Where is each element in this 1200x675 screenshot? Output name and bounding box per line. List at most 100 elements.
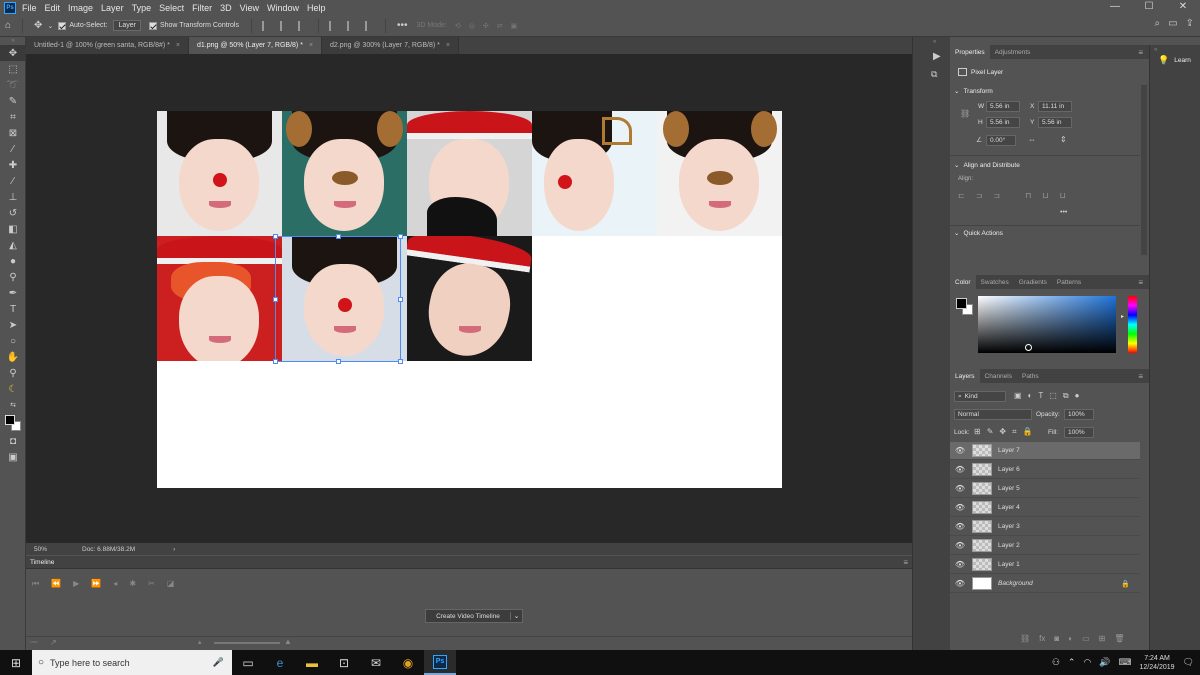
play-actions-icon[interactable]: ▶	[933, 51, 941, 62]
quick-select-tool-icon[interactable]: ✎	[0, 93, 26, 109]
align-left-icon[interactable]	[261, 20, 272, 31]
align-section-header[interactable]: ⌄ Align and Distribute	[954, 161, 1020, 170]
chevron-down-icon[interactable]: ⌄	[47, 22, 53, 30]
visibility-eye-icon[interactable]: 👁	[950, 503, 970, 512]
tab-untitled-1[interactable]: Untitled-1 @ 100% (green santa, RGB/8#) …	[26, 37, 189, 54]
brush-tool-icon[interactable]: ∕	[0, 173, 26, 189]
layer-row[interactable]: 👁 Layer 2	[950, 537, 1140, 555]
create-video-timeline-button[interactable]: Create Video Timeline ⌄	[425, 609, 523, 623]
opacity-field[interactable]: 100%	[1064, 409, 1094, 420]
color-picker-field[interactable]	[978, 296, 1116, 353]
photo-layer-2[interactable]	[282, 111, 407, 236]
transition-icon[interactable]: ◪	[167, 579, 175, 589]
more-options-icon[interactable]: •••	[1060, 209, 1067, 216]
layer-filter-kind[interactable]: ⌕ Kind	[954, 391, 1006, 402]
menu-filter[interactable]: Filter	[192, 3, 212, 13]
link-layers-icon[interactable]: ⛓	[1020, 634, 1030, 643]
tab-properties[interactable]: Properties	[950, 45, 990, 59]
new-group-icon[interactable]: ▭	[1082, 634, 1090, 643]
align-left-icon[interactable]: ⊏	[958, 191, 965, 200]
collapse-icon[interactable]: «	[1154, 47, 1157, 53]
properties-scrollbar[interactable]	[1141, 85, 1147, 255]
chevron-down-icon[interactable]: ⌄	[954, 87, 959, 95]
crop-tool-icon[interactable]: ⌗	[0, 109, 26, 125]
blur-tool-icon[interactable]: ●	[0, 253, 26, 269]
filter-toggle-icon[interactable]: ●	[1075, 391, 1080, 401]
notification-icon[interactable]: 🗨	[1183, 657, 1194, 668]
fx-icon[interactable]: fx	[1039, 634, 1045, 643]
foreground-color-swatch[interactable]	[5, 415, 15, 425]
microphone-icon[interactable]: 🎤	[213, 657, 224, 668]
history-icon[interactable]: ⧉	[931, 69, 937, 80]
more-options-icon[interactable]: •••	[397, 20, 408, 31]
width-field[interactable]: 5.56 in	[986, 101, 1020, 112]
mail-icon[interactable]: ✉	[360, 650, 392, 675]
transform-handle[interactable]	[273, 297, 278, 302]
people-icon[interactable]: ⚇	[1052, 657, 1060, 668]
auto-select-checkbox[interactable]	[58, 21, 67, 30]
menu-image[interactable]: Image	[68, 3, 93, 13]
lock-pixels-icon[interactable]: ✎	[987, 427, 994, 437]
filter-smart-object-icon[interactable]: ⧉	[1063, 391, 1069, 401]
transform-handle[interactable]	[398, 359, 403, 364]
chrome-icon[interactable]: ◉	[392, 650, 424, 675]
layer-row[interactable]: 👁 Layer 3	[950, 518, 1140, 536]
layer-row[interactable]: 👁 Layer 7	[950, 442, 1140, 460]
zoom-level[interactable]: 50%	[34, 546, 70, 553]
volume-icon[interactable]: 🔊	[1099, 657, 1110, 668]
move-tool-icon[interactable]: ✥	[0, 45, 26, 61]
lock-all-icon[interactable]: 🔒	[1023, 427, 1033, 437]
learn-button[interactable]: 💡 Learn	[1158, 55, 1191, 66]
photo-layer-4[interactable]	[532, 111, 657, 236]
timeline-title[interactable]: Timeline	[30, 559, 54, 566]
minimize-button[interactable]: —	[1098, 0, 1132, 15]
align-top-icon[interactable]: ⊓	[1025, 191, 1031, 200]
photo-layer-1[interactable]	[157, 111, 282, 236]
menu-layer[interactable]: Layer	[101, 3, 124, 13]
first-frame-icon[interactable]: ⏮	[32, 579, 39, 589]
align-center-icon[interactable]	[279, 20, 290, 31]
status-arrow-icon[interactable]: ›	[173, 546, 175, 553]
document-workspace[interactable]	[26, 54, 912, 543]
store-icon[interactable]: ⊡	[328, 650, 360, 675]
y-field[interactable]: 5.56 in	[1038, 117, 1072, 128]
maximize-button[interactable]: ☐	[1132, 0, 1166, 15]
align-bottom-icon[interactable]: ⊔	[1060, 191, 1066, 200]
close-icon[interactable]: ×	[309, 42, 313, 49]
render-icon[interactable]: ▫▫▫	[30, 639, 37, 646]
lock-transparent-icon[interactable]: ⊞	[974, 427, 981, 437]
lasso-tool-icon[interactable]: ➰	[0, 77, 26, 93]
blend-mode-dropdown[interactable]: Normal	[954, 409, 1032, 420]
chevron-down-icon[interactable]: ⌄	[510, 612, 522, 620]
next-frame-icon[interactable]: ⏩	[91, 579, 101, 589]
add-mask-icon[interactable]: ◙	[1054, 634, 1059, 643]
tab-paths[interactable]: Paths	[1017, 369, 1044, 383]
panel-menu-icon[interactable]: ≡	[903, 558, 908, 567]
clone-stamp-tool-icon[interactable]: ⊥	[0, 189, 26, 205]
transform-bounding-box[interactable]	[273, 234, 403, 364]
3d-drag-icon[interactable]: ✣	[483, 22, 489, 30]
transform-handle[interactable]	[398, 297, 403, 302]
align-hcenter-icon[interactable]: ⊐	[976, 191, 983, 200]
align-right-icon[interactable]: ⊐	[993, 191, 1000, 200]
close-icon[interactable]: ×	[446, 42, 450, 49]
taskbar-search-box[interactable]: ○ Type here to search 🎤	[32, 650, 232, 675]
flip-vertical-icon[interactable]: ⇕	[1060, 135, 1067, 144]
filter-shape-icon[interactable]: ⬚	[1049, 391, 1057, 401]
collapse-icon[interactable]: «	[933, 39, 936, 45]
panel-menu-icon[interactable]: ≡	[1138, 48, 1143, 57]
tab-patterns[interactable]: Patterns	[1052, 275, 1086, 289]
zoom-in-icon[interactable]: ▲	[284, 637, 292, 646]
tab-color[interactable]: Color	[950, 275, 976, 289]
zoom-out-icon[interactable]: ▴	[198, 638, 202, 646]
healing-brush-tool-icon[interactable]: ✚	[0, 157, 26, 173]
task-view-icon[interactable]: ▭	[232, 650, 264, 675]
photo-layer-3[interactable]	[407, 111, 532, 236]
chevron-down-icon[interactable]: ⌄	[954, 229, 959, 237]
move-tool-icon[interactable]: ✥	[34, 20, 42, 31]
tab-d1[interactable]: d1.png @ 50% (Layer 7, RGB/8) * ×	[189, 37, 323, 54]
windows-start-icon[interactable]: ⊞	[0, 650, 32, 675]
photo-layer-5[interactable]	[657, 111, 782, 236]
eyedropper-tool-icon[interactable]: ⁄	[0, 141, 26, 157]
height-field[interactable]: 5.56 in	[986, 117, 1020, 128]
